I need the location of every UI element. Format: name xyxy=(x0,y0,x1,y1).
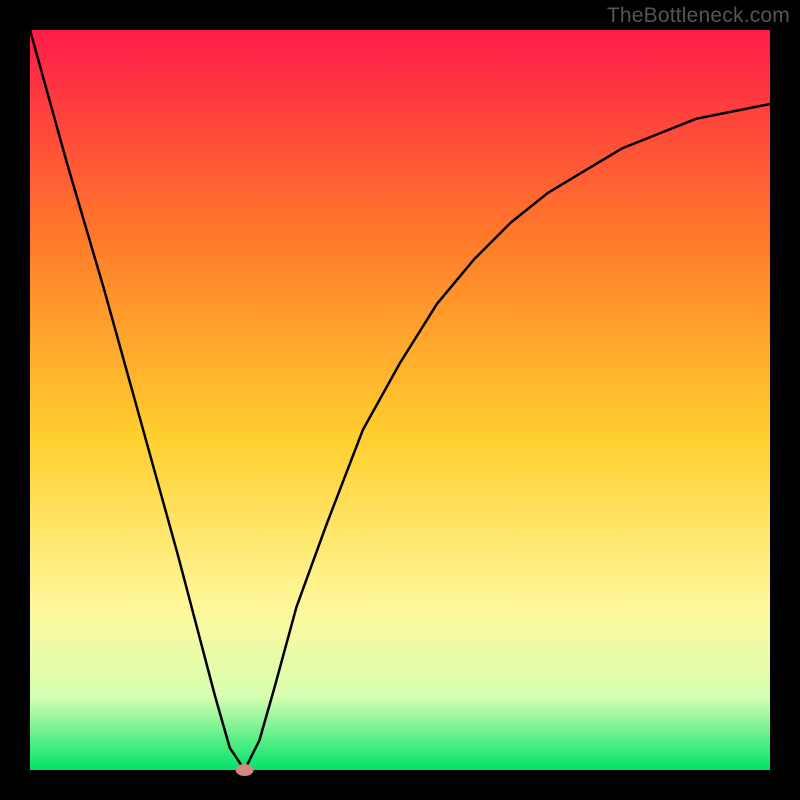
watermark-text: TheBottleneck.com xyxy=(607,4,790,28)
chart-frame: TheBottleneck.com xyxy=(0,0,800,800)
plot-svg xyxy=(0,0,800,800)
plot-background xyxy=(30,30,770,770)
min-marker xyxy=(236,764,254,776)
